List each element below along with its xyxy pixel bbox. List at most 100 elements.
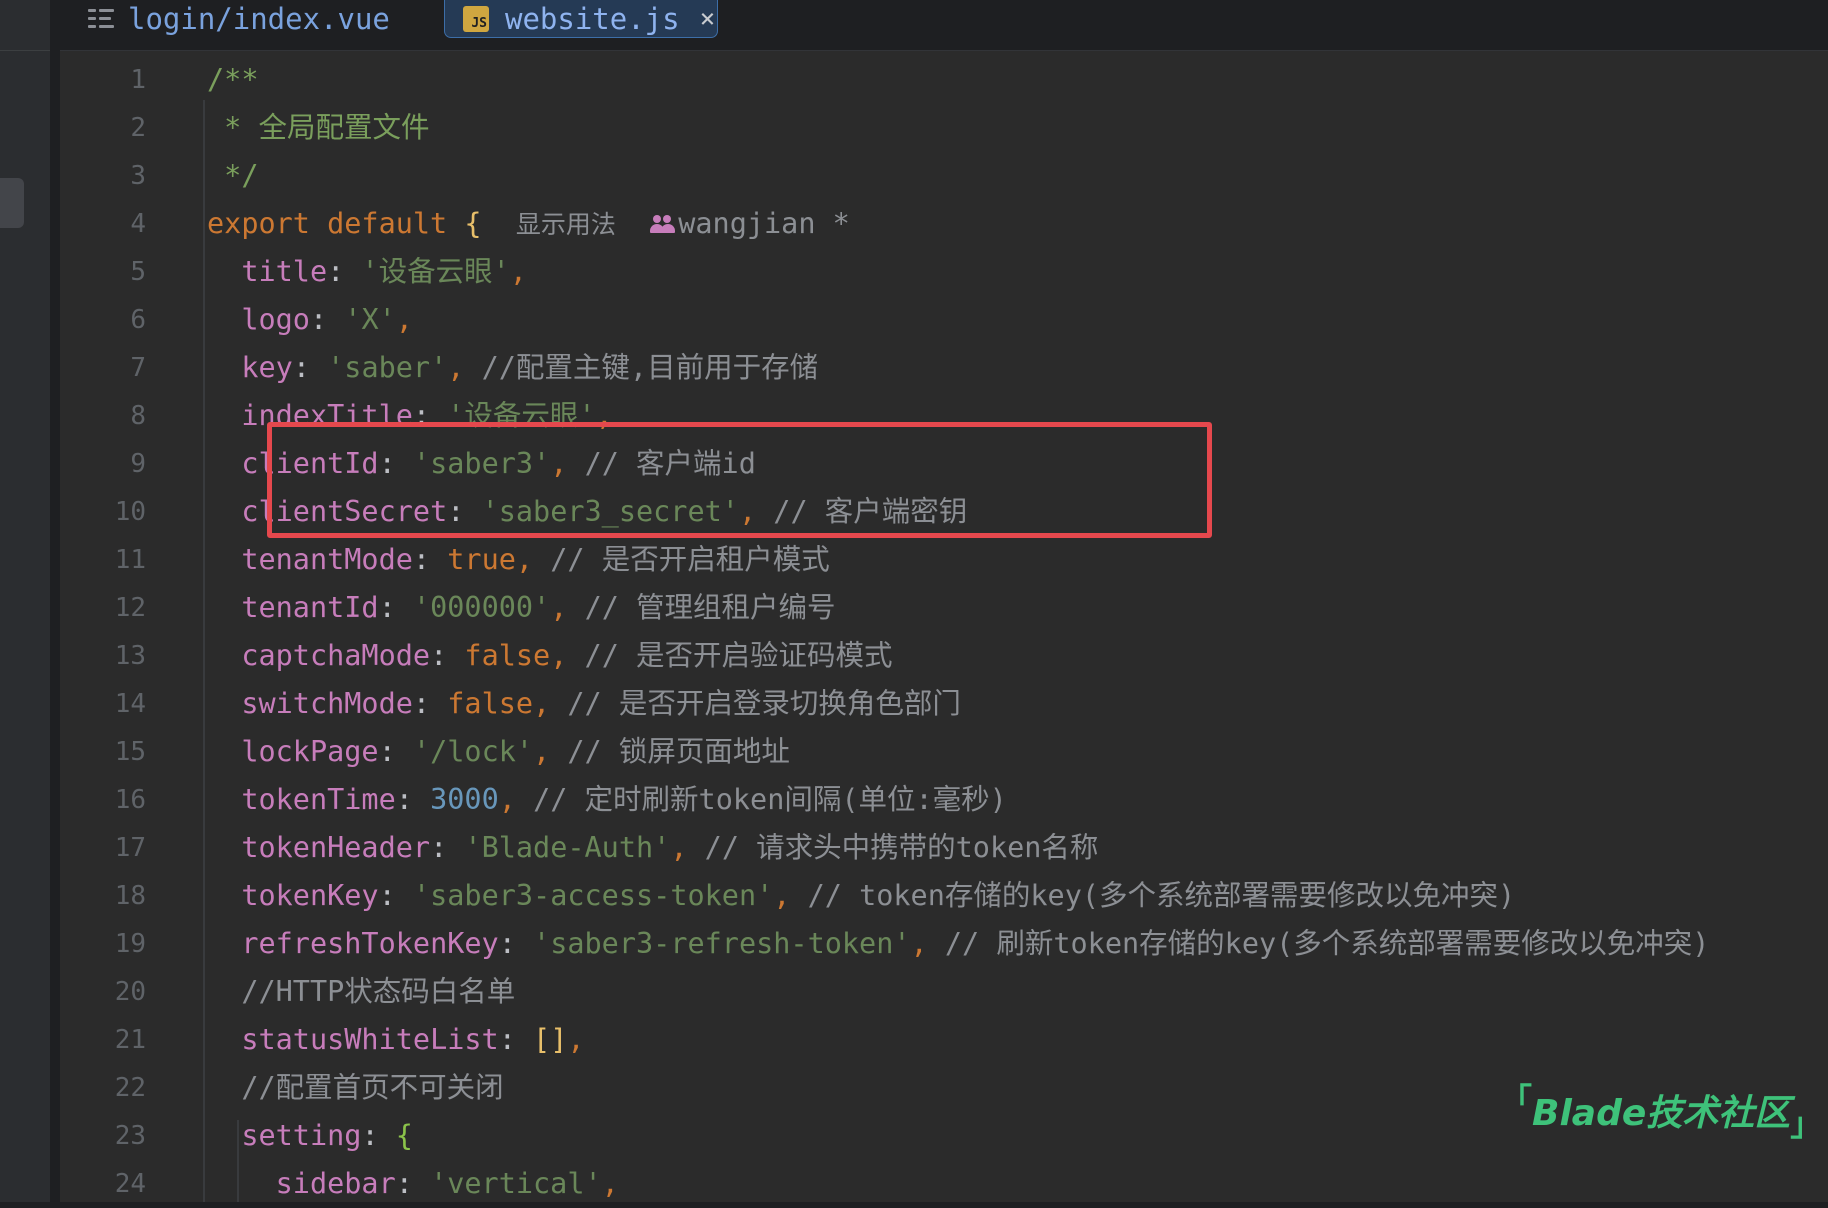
- line-number: 13: [114, 641, 146, 671]
- line-number: 11: [114, 545, 146, 575]
- highlight-annotation-box: [267, 422, 1212, 538]
- brace: {: [464, 207, 482, 240]
- property-key: tenantId: [241, 591, 379, 624]
- doc-comment: */: [207, 159, 259, 192]
- author-hint[interactable]: wangjian *: [678, 207, 850, 240]
- code-line: refreshTokenKey: 'saber3-refresh-token',…: [241, 927, 1710, 960]
- line-comment: //配置主键,目前用于存储: [481, 351, 819, 384]
- line-number: 17: [114, 833, 146, 863]
- line-number: 8: [130, 401, 146, 431]
- property-key: refreshTokenKey: [241, 927, 499, 960]
- string-value: '000000': [412, 591, 551, 624]
- line-number: 10: [114, 497, 146, 527]
- code-line: //HTTP状态码白名单: [207, 968, 1807, 1016]
- line-comment: //HTTP状态码白名单: [241, 975, 516, 1008]
- code-line: tokenTime: 3000, // 定时刷新token间隔(单位:毫秒): [241, 783, 1007, 816]
- code-area[interactable]: /** * 全局配置文件 */ export default { 显示用法 wa…: [207, 56, 1807, 1208]
- code-line: export default { 显示用法 wangjian *: [207, 200, 1807, 248]
- code-line: tokenHeader: 'Blade-Auth', // 请求头中携带的tok…: [241, 831, 1099, 864]
- property-key: title: [241, 255, 328, 288]
- tool-strip-divider: [0, 50, 50, 51]
- property-key: tokenHeader: [241, 831, 431, 864]
- line-number: 22: [114, 1073, 146, 1103]
- code-line: title: '设备云眼',: [241, 255, 527, 288]
- line-comment: // 管理组租户编号: [584, 591, 836, 624]
- line-comment: // token存储的key(多个系统部署需要修改以免冲突): [807, 879, 1516, 912]
- watermark: 「 Blade技术社区 」: [1500, 1075, 1822, 1145]
- keyword: export default: [207, 207, 448, 240]
- tool-strip-selected-marker[interactable]: [0, 178, 24, 228]
- indent-guide: [203, 100, 205, 1202]
- code-line: logo: 'X',: [241, 303, 413, 336]
- property-key: lockPage: [241, 735, 379, 768]
- string-value: '/lock': [412, 735, 534, 768]
- brace: {: [395, 1119, 413, 1152]
- line-comment: // 刷新token存储的key(多个系统部署需要修改以免冲突): [944, 927, 1710, 960]
- line-number: 3: [130, 161, 146, 191]
- code-line: sidebar: 'vertical',: [275, 1167, 619, 1200]
- author-icon: [650, 213, 676, 235]
- line-number: 1: [130, 65, 146, 95]
- property-key: tokenTime: [241, 783, 396, 816]
- string-value: 'vertical': [430, 1167, 602, 1200]
- string-value: 'Blade-Auth': [464, 831, 671, 864]
- code-line: lockPage: '/lock', // 锁屏页面地址: [241, 735, 790, 768]
- line-comment: // 定时刷新token间隔(单位:毫秒): [533, 783, 1007, 816]
- array-value: []: [533, 1023, 568, 1056]
- tab-label: login/index.vue: [128, 2, 390, 36]
- watermark-open-bracket: 「: [1500, 1081, 1533, 1119]
- property-key: setting: [241, 1119, 362, 1152]
- line-number: 20: [114, 977, 146, 1007]
- property-key: statusWhiteList: [241, 1023, 499, 1056]
- line-number: 14: [114, 689, 146, 719]
- property-key: logo: [241, 303, 310, 336]
- line-comment: // 锁屏页面地址: [567, 735, 790, 768]
- boolean-value: true: [447, 543, 516, 576]
- usage-hint[interactable]: 显示用法: [516, 210, 616, 239]
- property-key: captchaMode: [241, 639, 431, 672]
- watermark-close-bracket: 」: [1790, 1105, 1823, 1143]
- line-comment: // 是否开启登录切换角色部门: [567, 687, 961, 720]
- code-line: key: 'saber', //配置主键,目前用于存储: [241, 351, 819, 384]
- property-key: sidebar: [275, 1167, 396, 1200]
- code-line: * 全局配置文件: [207, 104, 1807, 152]
- line-number: 16: [114, 785, 146, 815]
- property-key: switchMode: [241, 687, 413, 720]
- line-number: 12: [114, 593, 146, 623]
- editor-tab-bar: login/index.vue JS website.js ×: [60, 0, 1828, 51]
- line-number: 4: [130, 209, 146, 239]
- line-number: 23: [114, 1121, 146, 1151]
- line-number: 2: [130, 113, 146, 143]
- code-line: tenantId: '000000', // 管理组租户编号: [241, 591, 836, 624]
- tab-login-index-vue[interactable]: login/index.vue: [88, 0, 390, 38]
- line-comment: //配置首页不可关闭: [241, 1071, 504, 1104]
- code-editor[interactable]: login/index.vue JS website.js × 1 2 3 4 …: [60, 0, 1828, 1202]
- string-value: 'saber3-access-token': [412, 879, 774, 912]
- line-number: 9: [130, 449, 146, 479]
- line-number: 15: [114, 737, 146, 767]
- code-line: statusWhiteList: [],: [241, 1023, 585, 1056]
- string-value: 'saber': [327, 351, 448, 384]
- boolean-value: false: [464, 639, 551, 672]
- code-line: switchMode: false, // 是否开启登录切换角色部门: [241, 687, 961, 720]
- line-number: 6: [130, 305, 146, 335]
- tab-label: website.js: [505, 1, 680, 36]
- boolean-value: false: [447, 687, 534, 720]
- code-line: tenantMode: true, // 是否开启租户模式: [241, 543, 830, 576]
- line-number-gutter: 1 2 3 4 5 6 7 8 9 10 11 12 13 14 15 16 1…: [60, 56, 170, 1208]
- property-key: tokenKey: [241, 879, 379, 912]
- line-comment: // 是否开启验证码模式: [584, 639, 893, 672]
- property-key: tenantMode: [241, 543, 413, 576]
- doc-comment: * 全局配置文件: [207, 111, 430, 144]
- close-icon[interactable]: ×: [700, 4, 716, 34]
- line-number: 21: [114, 1025, 146, 1055]
- left-tool-strip: [0, 0, 60, 1202]
- line-number: 7: [130, 353, 146, 383]
- code-line: tokenKey: 'saber3-access-token', // toke…: [241, 879, 1516, 912]
- code-line: captchaMode: false, // 是否开启验证码模式: [241, 639, 893, 672]
- list-icon: [88, 7, 114, 31]
- line-number: 24: [114, 1169, 146, 1199]
- tab-website-js[interactable]: JS website.js ×: [444, 0, 718, 38]
- js-file-icon: JS: [463, 5, 489, 32]
- doc-comment: /**: [207, 63, 259, 96]
